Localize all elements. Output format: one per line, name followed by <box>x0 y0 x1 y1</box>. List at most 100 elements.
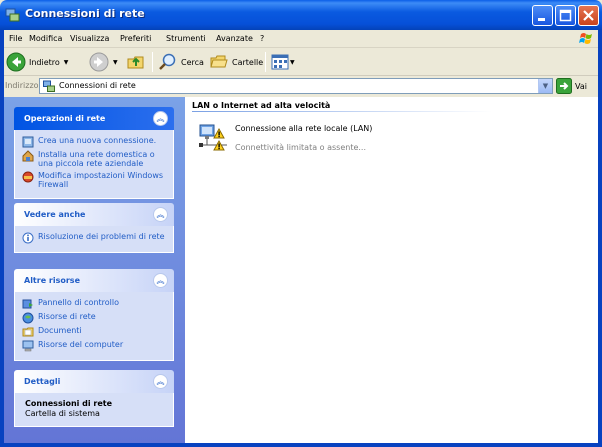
address-value: Connessioni di rete <box>59 81 136 90</box>
close-icon <box>583 10 594 21</box>
views-dropdown-icon[interactable]: ▼ <box>290 59 295 66</box>
address-bar: Indirizzo Connessioni di rete ▼ Vai <box>3 77 599 95</box>
home-network-icon <box>22 150 34 162</box>
collapse-chevron-icon[interactable]: ︽ <box>153 111 168 126</box>
details-name: Connessioni di rete <box>25 399 113 408</box>
connection-name: Connessione alla rete locale (LAN) <box>235 124 373 133</box>
back-label: Indietro <box>29 57 60 67</box>
task-pane: Operazioni di rete ︽ Crea una nuova conn… <box>4 97 185 443</box>
menu-file[interactable]: File <box>9 34 22 43</box>
firewall-icon <box>22 171 34 183</box>
content-area[interactable]: LAN o Internet ad alta velocità Connessi… <box>185 97 598 443</box>
place-label: Risorse del computer <box>38 340 124 349</box>
place-network[interactable]: Risorse di rete <box>15 312 173 324</box>
toolbar-separator <box>152 52 153 72</box>
other-places-panel: Altre risorse ︽ Pannello di controllo Ri… <box>14 269 174 361</box>
search-label: Cerca <box>181 57 204 67</box>
menu-advanced[interactable]: Avanzate <box>216 34 253 43</box>
collapse-chevron-icon[interactable]: ︽ <box>153 374 168 389</box>
network-tasks-body: Crea una nuova connessione. Installa una… <box>14 130 174 199</box>
go-button[interactable]: Vai <box>556 78 587 94</box>
folders-icon <box>210 55 228 68</box>
network-places-icon <box>22 312 34 324</box>
search-icon <box>159 53 176 70</box>
address-input[interactable]: Connessioni di rete ▼ <box>39 78 553 94</box>
network-connections-icon <box>5 8 20 22</box>
folders-button[interactable]: Cartelle <box>209 51 263 73</box>
go-arrow-icon <box>556 78 572 94</box>
toolbar-separator <box>265 52 266 72</box>
collapse-chevron-icon[interactable]: ︽ <box>153 273 168 288</box>
forward-button[interactable]: ▼ <box>89 51 118 73</box>
forward-dropdown-icon[interactable]: ▼ <box>113 59 118 66</box>
documents-folder-icon <box>22 327 34 337</box>
new-connection-icon <box>22 136 34 148</box>
place-control-panel[interactable]: Pannello di controllo <box>15 298 173 309</box>
menu-help[interactable]: ? <box>260 34 264 43</box>
place-documents[interactable]: Documenti <box>15 326 173 337</box>
window-frame-right <box>598 30 602 447</box>
connection-status: Connettività limitata o assente... <box>235 143 367 152</box>
folders-label: Cartelle <box>232 57 264 67</box>
see-also-troubleshoot[interactable]: Risoluzione dei problemi di rete <box>15 232 173 244</box>
see-also-title: Vedere anche <box>24 210 86 219</box>
window-frame-bottom <box>0 443 602 447</box>
other-places-title: Altre risorse <box>24 276 80 285</box>
other-places-header[interactable]: Altre risorse ︽ <box>14 269 174 292</box>
place-label: Risorse di rete <box>38 312 96 321</box>
see-also-header[interactable]: Vedere anche ︽ <box>14 203 174 226</box>
go-label: Vai <box>575 81 587 91</box>
see-also-label: Risoluzione dei problemi di rete <box>38 232 165 241</box>
network-tasks-title: Operazioni di rete <box>24 114 106 123</box>
task-home-network[interactable]: Installa una rete domestica o una piccol… <box>15 150 173 168</box>
network-connections-icon <box>43 80 55 92</box>
network-tasks-panel: Operazioni di rete ︽ Crea una nuova conn… <box>14 107 174 199</box>
place-label: Pannello di controllo <box>38 298 120 307</box>
task-label: Crea una nuova connessione. <box>38 136 157 145</box>
see-also-panel: Vedere anche ︽ Risoluzione dei problemi … <box>14 203 174 253</box>
task-label: Modifica impostazioni Windows Firewall <box>38 171 164 189</box>
forward-arrow-icon <box>89 52 109 72</box>
menu-bar: File Modifica Visualizza Preferiti Strum… <box>3 30 599 48</box>
task-create-connection[interactable]: Crea una nuova connessione. <box>15 136 173 148</box>
menu-edit[interactable]: Modifica <box>29 34 62 43</box>
window-title: Connessioni di rete <box>25 7 145 20</box>
see-also-body: Risoluzione dei problemi di rete <box>14 226 174 253</box>
details-header[interactable]: Dettagli ︽ <box>14 370 174 393</box>
lan-connection-item[interactable]: Connessione alla rete locale (LAN) Conne… <box>197 117 457 157</box>
close-button[interactable] <box>578 5 599 26</box>
place-my-computer[interactable]: Risorse del computer <box>15 340 173 352</box>
minimize-icon <box>538 18 545 21</box>
maximize-button[interactable] <box>555 5 576 26</box>
menu-view[interactable]: Visualizza <box>70 34 109 43</box>
up-folder-button[interactable] <box>126 51 146 73</box>
back-arrow-icon <box>6 52 26 72</box>
views-icon <box>271 54 289 70</box>
group-divider <box>192 111 492 112</box>
address-label: Indirizzo <box>5 81 39 90</box>
back-button[interactable]: Indietro ▼ <box>6 51 68 73</box>
network-tasks-header[interactable]: Operazioni di rete ︽ <box>14 107 174 130</box>
views-button[interactable]: ▼ <box>271 51 295 73</box>
back-dropdown-icon[interactable]: ▼ <box>64 59 69 66</box>
place-label: Documenti <box>38 326 82 335</box>
menu-tools[interactable]: Strumenti <box>166 34 206 43</box>
address-dropdown-button[interactable]: ▼ <box>538 79 552 93</box>
task-firewall[interactable]: Modifica impostazioni Windows Firewall <box>15 171 173 189</box>
other-places-body: Pannello di controllo Risorse di rete Do… <box>14 292 174 361</box>
details-body: Connessioni di rete Cartella di sistema <box>14 393 174 427</box>
maximize-icon <box>559 9 572 22</box>
menu-favorites[interactable]: Preferiti <box>120 34 151 43</box>
group-header: LAN o Internet ad alta velocità <box>192 101 331 110</box>
search-button[interactable]: Cerca <box>158 51 204 73</box>
toolbar: Indietro ▼ ▼ Cerca Cartelle ▼ <box>3 48 599 76</box>
minimize-button[interactable] <box>532 5 553 26</box>
control-panel-icon <box>22 299 33 309</box>
windows-logo-icon <box>579 33 592 44</box>
title-bar[interactable]: Connessioni di rete <box>0 0 602 30</box>
folder-up-icon <box>127 56 144 69</box>
details-title: Dettagli <box>24 377 61 386</box>
help-icon <box>22 232 34 244</box>
my-computer-icon <box>22 340 34 352</box>
collapse-chevron-icon[interactable]: ︽ <box>153 207 168 222</box>
